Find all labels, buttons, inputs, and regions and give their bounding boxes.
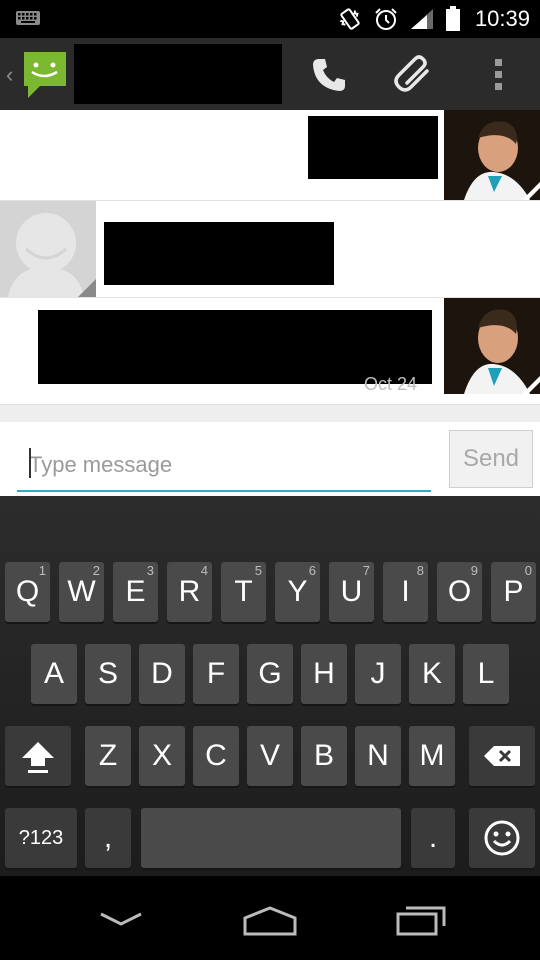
key-o[interactable]: O9 — [437, 562, 482, 622]
key-x[interactable]: X — [139, 726, 185, 786]
comma-key[interactable]: , — [85, 808, 131, 868]
key-k[interactable]: K — [409, 644, 455, 704]
avatar[interactable] — [0, 201, 96, 297]
message-item-outgoing[interactable]: Oct 24 — [0, 298, 540, 405]
key-z[interactable]: Z — [85, 726, 131, 786]
message-list[interactable]: Oct 24 — [0, 110, 540, 422]
key-p[interactable]: P0 — [491, 562, 536, 622]
navigation-bar — [0, 876, 540, 960]
key-i[interactable]: I8 — [383, 562, 428, 622]
back-chevron-icon[interactable]: ‹ — [6, 62, 13, 88]
contact-photo — [444, 110, 540, 200]
action-bar: ‹ — [0, 38, 540, 110]
key-f[interactable]: F — [193, 644, 239, 704]
key-v[interactable]: V — [247, 726, 293, 786]
send-button[interactable]: Send — [449, 430, 533, 488]
home-icon — [243, 906, 297, 936]
contact-name-redacted — [74, 44, 282, 104]
key-t[interactable]: T5 — [221, 562, 266, 622]
message-text-redacted — [308, 116, 438, 179]
recents-icon — [396, 906, 446, 936]
vibrate-icon — [340, 8, 360, 30]
key-h[interactable]: H — [301, 644, 347, 704]
default-contact-icon — [0, 201, 96, 297]
key-q[interactable]: Q1 — [5, 562, 50, 622]
message-item-incoming[interactable] — [0, 201, 540, 298]
attach-icon — [394, 55, 429, 92]
soft-keyboard: Q1 W2 E3 R4 T5 Y6 U7 I8 O9 P0 A S D F G … — [0, 496, 540, 876]
overflow-menu-button[interactable] — [474, 50, 524, 100]
key-s[interactable]: S — [85, 644, 131, 704]
message-text-redacted — [38, 310, 432, 384]
key-a[interactable]: A — [31, 644, 77, 704]
key-n[interactable]: N — [355, 726, 401, 786]
backspace-key[interactable] — [469, 726, 535, 786]
hide-keyboard-button[interactable] — [86, 900, 156, 940]
keyboard-icon — [16, 11, 40, 25]
key-w[interactable]: W2 — [59, 562, 104, 622]
key-j[interactable]: J — [355, 644, 401, 704]
symbols-key[interactable]: ?123 — [5, 808, 77, 868]
overflow-menu-icon — [495, 59, 502, 90]
contact-photo — [444, 298, 540, 394]
status-time: 10:39 — [474, 6, 530, 31]
message-timestamp: Oct 24 — [364, 374, 418, 394]
call-button[interactable] — [304, 50, 354, 100]
message-input[interactable] — [27, 446, 421, 484]
emoji-key[interactable] — [469, 808, 535, 868]
shift-key[interactable] — [5, 726, 71, 786]
status-bar: 10:39 — [0, 0, 540, 38]
alarm-icon — [375, 8, 397, 30]
key-l[interactable]: L — [463, 644, 509, 704]
battery-icon — [445, 6, 460, 31]
signal-icon — [410, 9, 433, 29]
period-key[interactable]: . — [411, 808, 455, 868]
attach-button[interactable] — [390, 50, 440, 100]
space-key[interactable] — [141, 808, 401, 868]
key-d[interactable]: D — [139, 644, 185, 704]
avatar[interactable] — [444, 298, 540, 394]
key-m[interactable]: M — [409, 726, 455, 786]
hide-keyboard-icon — [100, 912, 142, 926]
key-e[interactable]: E3 — [113, 562, 158, 622]
text-cursor — [29, 448, 31, 478]
phone-icon — [313, 59, 345, 91]
key-u[interactable]: U7 — [329, 562, 374, 622]
key-c[interactable]: C — [193, 726, 239, 786]
shift-icon — [22, 742, 54, 773]
recents-button[interactable] — [386, 900, 456, 940]
backspace-icon — [484, 746, 520, 766]
key-y[interactable]: Y6 — [275, 562, 320, 622]
key-b[interactable]: B — [301, 726, 347, 786]
messaging-app-icon[interactable] — [20, 48, 68, 100]
compose-bar: Send — [0, 422, 540, 496]
message-field[interactable] — [17, 442, 431, 492]
key-r[interactable]: R4 — [167, 562, 212, 622]
message-text-redacted — [104, 222, 334, 285]
key-g[interactable]: G — [247, 644, 293, 704]
emoji-icon — [484, 820, 520, 856]
avatar[interactable] — [444, 110, 540, 200]
home-button[interactable] — [235, 900, 305, 940]
message-item-outgoing[interactable] — [0, 110, 540, 201]
